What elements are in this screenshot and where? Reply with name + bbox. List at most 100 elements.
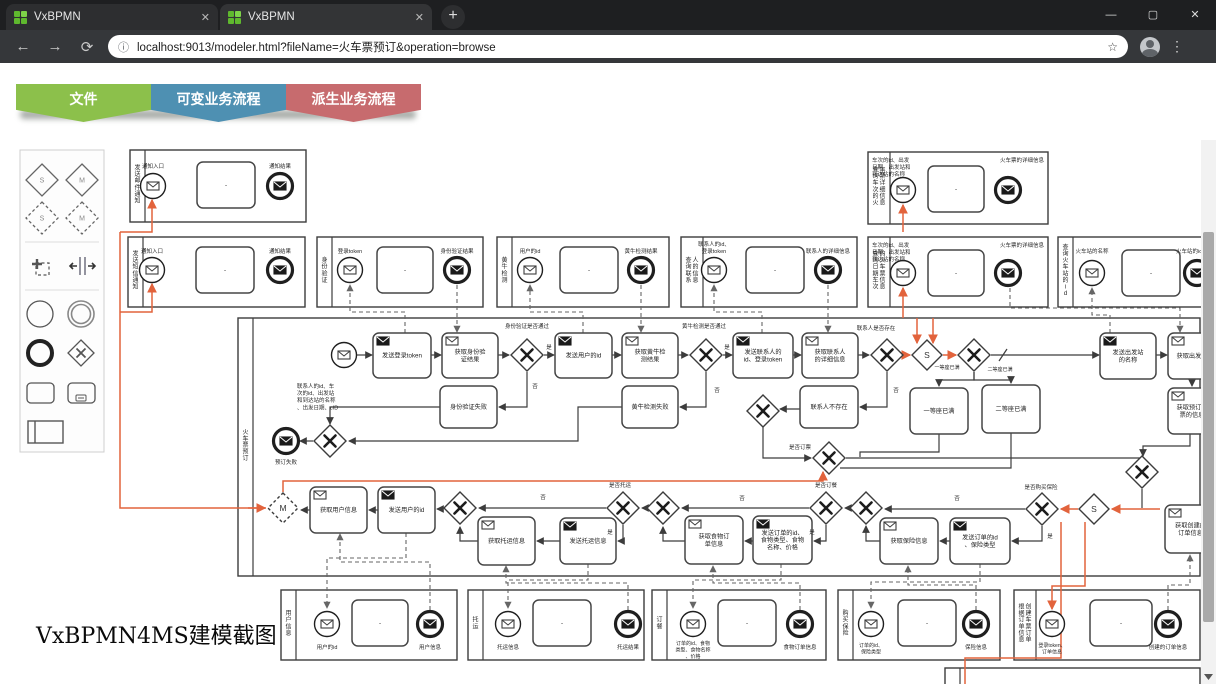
bpmn-label: 通知结果 xyxy=(269,247,292,255)
bpmn-end-event[interactable] xyxy=(629,258,654,283)
bpmn-label: 登录token、订单信息 xyxy=(1038,642,1065,656)
bpmn-task[interactable]: - xyxy=(718,600,776,646)
bpmn-task[interactable]: - xyxy=(533,600,591,646)
bpmn-end-event[interactable] xyxy=(274,429,299,454)
bpmn-label: 订单的id、保险类型 xyxy=(859,642,883,656)
bpmn-task[interactable]: 发送联系人的id、登录token xyxy=(733,333,793,378)
bpmn-task[interactable]: 身份验证失败 xyxy=(440,386,497,428)
bpmn-label: 火车票的详细信息 xyxy=(1000,241,1045,249)
bpmn-end-event[interactable] xyxy=(816,258,841,283)
bpmn-start-event[interactable] xyxy=(518,258,543,283)
bpmn-start-event[interactable] xyxy=(315,612,340,637)
bpmn-task[interactable]: - xyxy=(352,600,408,646)
shape-palette: SMSM xyxy=(20,150,104,452)
task-label: 获取保险信息 xyxy=(890,537,927,545)
bpmn-start-event[interactable] xyxy=(496,612,521,637)
pool-label: 订餐 xyxy=(656,617,662,631)
bpmn-task[interactable]: 获取托运信息 xyxy=(478,517,535,565)
pool-label: 人的信息 xyxy=(692,257,698,284)
bpmn-label: 二等座已满 xyxy=(987,366,1012,373)
svg-text:M: M xyxy=(79,178,85,185)
bpmn-task[interactable]: 发送托运信息 xyxy=(560,518,616,564)
bpmn-start-event[interactable] xyxy=(1080,261,1105,286)
bpmn-label: 用户的id xyxy=(317,643,338,651)
bpmn-task[interactable]: 发送订单的id、食物类型、食物名称、价格 xyxy=(753,516,812,564)
task-label: 发送托运信息 xyxy=(569,537,606,545)
bpmn-task[interactable]: 获取联系人的详细信息 xyxy=(802,333,858,378)
bpmn-task[interactable]: - xyxy=(197,162,255,208)
bpmn-end-event[interactable] xyxy=(996,261,1021,286)
bpmn-task[interactable]: 发送出发站的名称 xyxy=(1100,333,1156,379)
bpmn-start-event[interactable] xyxy=(332,343,357,368)
pool-label: 黄牛检测 xyxy=(501,256,507,284)
bpmn-label: 用户信息 xyxy=(419,643,442,651)
bpmn-task[interactable]: 发送订单的id、保险类型 xyxy=(950,518,1010,564)
bpmn-task[interactable]: 获取食物订单信息 xyxy=(685,516,743,564)
bpmn-label: 是否订餐 xyxy=(815,481,838,489)
pool-label: 发送邮件通知 xyxy=(134,164,140,205)
bpmn-task[interactable]: - xyxy=(928,166,984,212)
bpmn-task[interactable]: - xyxy=(746,247,804,293)
bpmn-end-event[interactable] xyxy=(268,174,293,199)
bpmn-task[interactable]: - xyxy=(560,247,618,293)
bpmn-label: 托运信息 xyxy=(497,643,520,651)
bpmn-start-event[interactable] xyxy=(338,258,363,283)
bpmn-start-event[interactable] xyxy=(681,612,706,637)
bpmn-task[interactable]: 发送用户的id xyxy=(555,333,612,378)
bpmn-label: 否 xyxy=(532,383,538,390)
bpmn-label: 通知结果 xyxy=(269,162,292,170)
bpmn-end-event[interactable] xyxy=(445,258,470,283)
bpmn-end-event[interactable] xyxy=(268,258,293,283)
task-label: 发送用户的id xyxy=(566,352,602,360)
pool-label: 火车票预订 xyxy=(242,429,248,462)
bpmn-label: 是否订票 xyxy=(789,444,812,451)
bpmn-task[interactable]: - xyxy=(1090,600,1152,646)
task-label: - xyxy=(746,620,748,627)
bpmn-task[interactable]: 发送登录token xyxy=(373,333,431,378)
bpmn-task[interactable]: 获取保险信息 xyxy=(880,518,938,564)
bpmn-label: 火车站的名称 xyxy=(1075,247,1109,255)
bpmn-start-event[interactable] xyxy=(140,258,165,283)
bpmn-start-event[interactable] xyxy=(702,258,727,283)
svg-text:S: S xyxy=(40,178,45,185)
canvas-scrollbar[interactable] xyxy=(1201,140,1216,684)
bpmn-pool[interactable] xyxy=(945,668,1200,684)
bpmn-task[interactable]: - xyxy=(928,250,984,296)
task-label: 发送登录token xyxy=(382,352,422,360)
bpmn-start-event[interactable] xyxy=(141,174,166,199)
bpmn-task[interactable]: 获取黄牛检测结果 xyxy=(622,333,678,378)
bpmn-task[interactable]: - xyxy=(196,247,254,293)
pool-label: 发送短信通知 xyxy=(132,250,138,291)
bpmn-task[interactable]: 黄牛检测失败 xyxy=(622,386,678,428)
bpmn-task[interactable]: - xyxy=(377,247,433,293)
bpmn-label: 否 xyxy=(714,387,720,394)
bpmn-end-event[interactable] xyxy=(964,612,989,637)
bpmn-task[interactable]: 二等座已满 xyxy=(982,385,1040,433)
task-label: - xyxy=(926,620,928,627)
bpmn-start-event[interactable] xyxy=(891,261,916,286)
task-label: - xyxy=(379,620,381,627)
bpmn-task[interactable]: 一等座已满 xyxy=(910,388,968,434)
bpmn-canvas[interactable]: SMSM发送邮件通知发送短信通知身份验证黄牛检测查询联系人的信息查询车次的火车票… xyxy=(0,0,1216,684)
bpmn-end-event[interactable] xyxy=(1156,612,1181,637)
bpmn-end-event[interactable] xyxy=(996,178,1021,203)
bpmn-end-event[interactable] xyxy=(616,612,641,637)
bpmn-start-event[interactable] xyxy=(1040,612,1065,637)
bpmn-label: 预订失败 xyxy=(275,458,298,466)
bpmn-start-event[interactable] xyxy=(859,612,884,637)
bpmn-label: 否 xyxy=(739,495,745,502)
bpmn-task[interactable]: 获取身份验证结果 xyxy=(442,333,498,378)
bpmn-start-event[interactable] xyxy=(891,178,916,203)
bpmn-label: 保险信息 xyxy=(965,643,988,651)
task-label: - xyxy=(224,267,226,274)
bpmn-label: 车次的id、出发日期、出发站和到达站的名称 xyxy=(872,241,911,263)
bpmn-end-event[interactable] xyxy=(788,612,813,637)
pool-label: 托运 xyxy=(472,616,478,631)
bpmn-task[interactable]: 联系人不存在 xyxy=(800,386,858,428)
bpmn-end-event[interactable] xyxy=(418,612,443,637)
bpmn-label: 否 xyxy=(954,495,960,502)
bpmn-task[interactable]: - xyxy=(1122,250,1180,296)
bpmn-task[interactable]: 获取用户信息 xyxy=(310,487,367,533)
bpmn-task[interactable]: - xyxy=(898,600,956,646)
bpmn-task[interactable]: 发送用户的id xyxy=(378,487,435,533)
